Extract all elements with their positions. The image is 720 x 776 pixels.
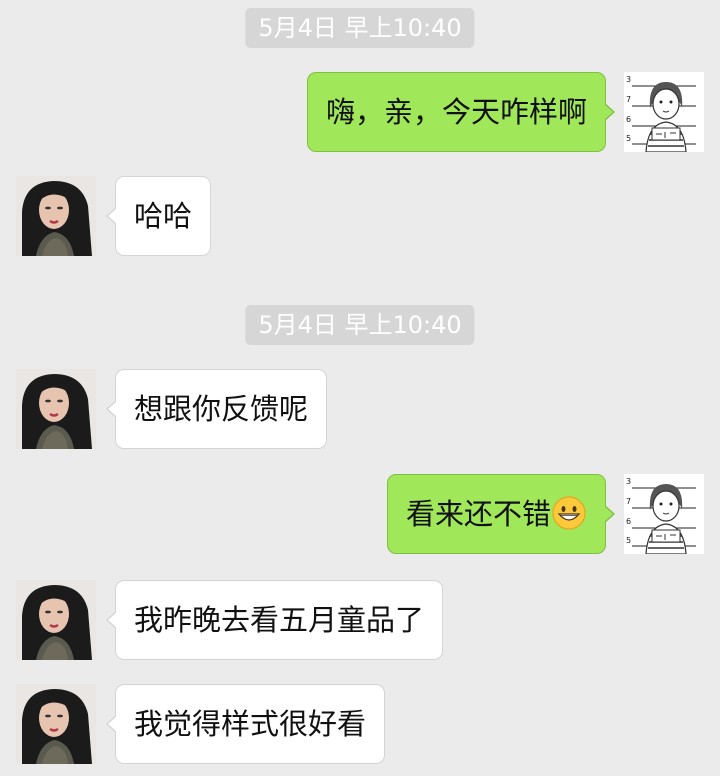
sketch-girl-avatar-icon [624,474,704,554]
long-hair-woman-avatar-icon [16,684,96,764]
outgoing-message-bubble[interactable]: 看来还不错 [386,474,616,554]
timestamp: 5月4日 早上10:40 [245,305,475,345]
long-hair-woman-avatar-icon [16,369,96,449]
sketch-girl-avatar-icon [624,72,704,152]
long-hair-woman-avatar-icon [16,176,96,256]
incoming-message-bubble[interactable]: 想跟你反馈呢 [105,369,328,449]
incoming-message-bubble[interactable]: 我昨晚去看五月童品了 [105,580,444,660]
outgoing-message-bubble[interactable]: 嗨，亲，今天咋样啊 [306,72,616,152]
contact-avatar[interactable] [16,580,96,660]
long-hair-woman-avatar-icon [16,580,96,660]
contact-avatar[interactable] [16,684,96,764]
incoming-message-bubble[interactable]: 我觉得样式很好看 [105,684,386,764]
contact-avatar[interactable] [16,369,96,449]
my-avatar[interactable] [624,474,704,554]
message-text: 看来还不错 [405,497,551,531]
contact-avatar[interactable] [16,176,96,256]
my-avatar[interactable] [624,72,704,152]
timestamp: 5月4日 早上10:40 [245,8,475,48]
incoming-message-bubble[interactable]: 哈哈 [105,176,212,256]
grinning-face-emoji-icon [552,496,586,530]
